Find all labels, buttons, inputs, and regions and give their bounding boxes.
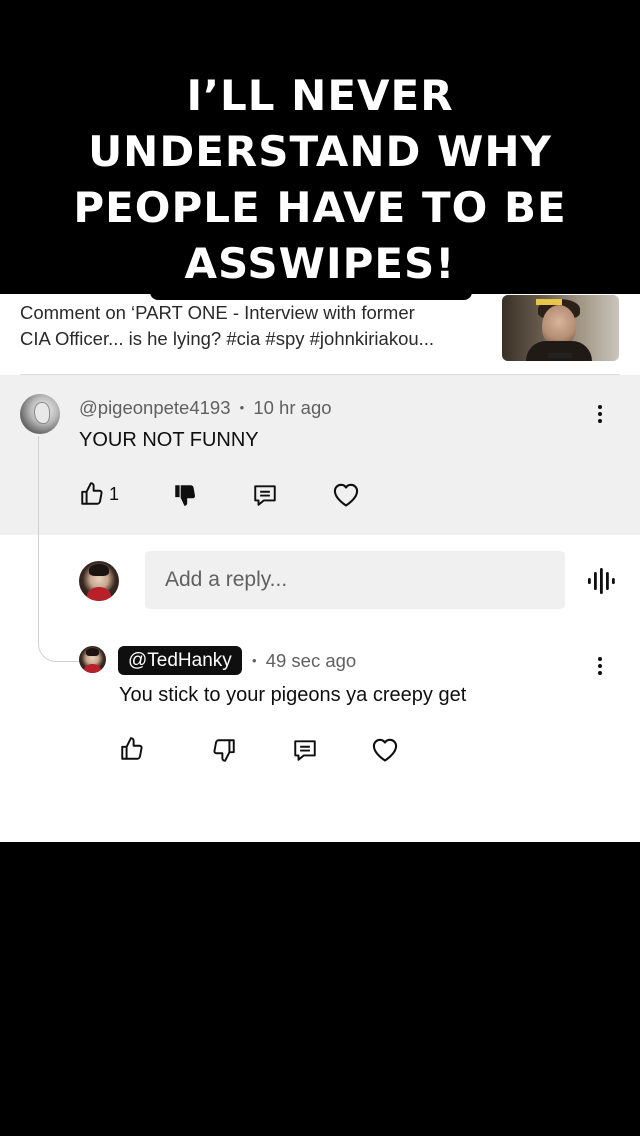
dislike-button[interactable] [211,737,237,763]
avatar-hair [85,648,100,657]
heart-icon [333,483,359,507]
avatar[interactable] [79,561,119,601]
reply-input[interactable]: Add a reply... [145,551,565,609]
like-count: 1 [109,483,120,504]
comment-icon [294,740,316,761]
more-options-icon[interactable] [594,655,606,679]
caption-line: PEOPLE HAVE TO BE [73,183,567,232]
avatar-hair [89,564,109,577]
video-context-line: CIA Officer... is he lying? #cia #spy #j… [20,328,435,349]
timestamp: 10 hr ago [253,397,332,418]
thumbnail-tag [548,353,572,358]
avatar-shirt [84,663,101,673]
username-badge[interactable]: @TedHanky [118,646,242,675]
timestamp: 49 sec ago [265,650,357,671]
pigeon-icon [34,402,50,424]
video-context[interactable]: Comment on ‘PART ONE - Interview with fo… [20,300,490,352]
comment-text: You stick to your pigeons ya creepy get [119,684,467,706]
video-context-line: Comment on ‘PART ONE - Interview with fo… [20,302,415,323]
caption-line: I’LL NEVER [186,71,454,120]
username[interactable]: @pigeonpete4193 [79,397,231,418]
dislike-button[interactable] [172,482,198,508]
heart-button[interactable] [332,482,360,508]
like-button[interactable] [119,736,145,762]
thumbs-up-icon [121,737,143,760]
video-thumbnail-icon[interactable] [502,295,619,361]
thumbnail-body [526,341,592,361]
comment-icon [254,485,276,506]
avatar-shirt [87,587,111,601]
caption-line: ASSWIPES! [184,239,456,288]
thumbs-up-icon [81,482,103,505]
divider [20,374,620,375]
like-button[interactable]: 1 [79,481,119,507]
avatar[interactable] [20,394,60,434]
separator: • [239,400,245,415]
thumbnail-tag [536,299,562,305]
avatar[interactable] [79,646,106,673]
more-options-icon[interactable] [594,403,606,427]
bottom-letterbox [0,842,640,1136]
comment-text: YOUR NOT FUNNY [79,429,259,451]
thumbs-down-filled-icon [175,485,195,506]
waveform-icon [588,568,615,594]
reply-button[interactable] [252,482,278,508]
separator: • [252,653,257,668]
reply-button[interactable] [292,737,318,763]
caption-banner: I’LL NEVER UNDERSTAND WHY PEOPLE HAVE TO… [0,0,640,294]
thread-connector [38,436,80,662]
comment-meta: • 49 sec ago [252,650,356,672]
caption-line: UNDERSTAND WHY [88,127,552,176]
heart-button[interactable] [371,737,399,763]
heart-icon [372,738,398,762]
caption-notch [150,288,472,300]
comment-meta: @pigeonpete4193 • 10 hr ago [79,397,332,419]
thumbs-down-icon [213,739,235,762]
voice-input-icon[interactable] [586,566,616,596]
